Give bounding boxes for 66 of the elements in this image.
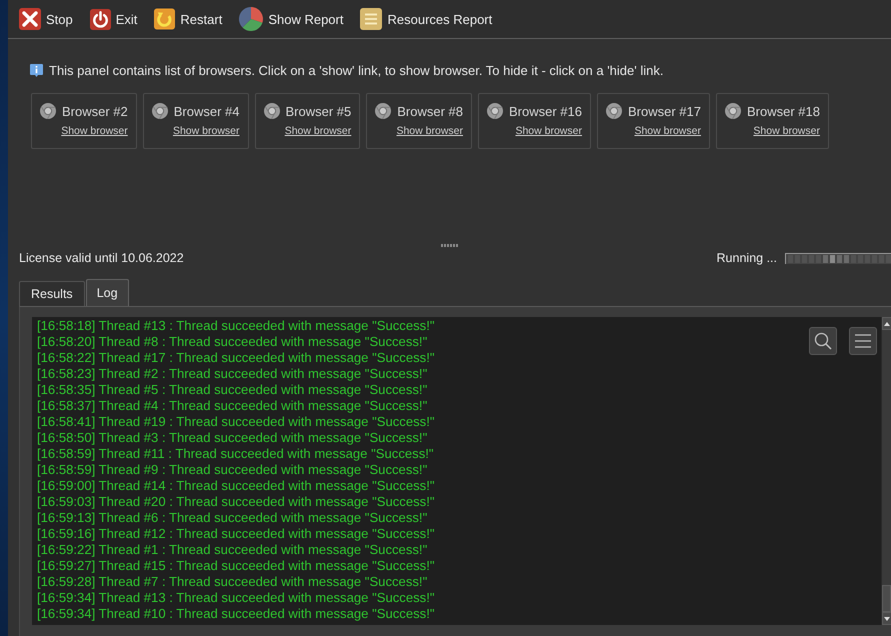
scroll-thumb[interactable] xyxy=(882,585,891,612)
menu-icon xyxy=(854,334,872,348)
browser-name: Browser #16 xyxy=(509,104,582,118)
scroll-up-button[interactable] xyxy=(882,317,891,330)
show-browser-link[interactable]: Show browser xyxy=(61,125,128,137)
menu-button[interactable] xyxy=(849,327,877,355)
log-line: [16:58:22] Thread #17 : Thread succeeded with message "Success!" xyxy=(37,350,434,366)
browser-logo-icon xyxy=(487,103,503,119)
log-line: [16:59:34] Thread #10 : Thread succeeded with message "Success!" xyxy=(37,606,434,622)
pie-chart-icon xyxy=(239,7,264,31)
search-icon xyxy=(814,332,832,350)
log-line: [16:58:41] Thread #19 : Thread succeeded with message "Success!" xyxy=(37,414,434,430)
log-line: [16:58:18] Thread #13 : Thread succeeded with message "Success!" xyxy=(37,318,434,334)
toolbar-button[interactable]: Resources Report xyxy=(357,6,496,32)
toolbar-button[interactable]: Stop xyxy=(16,6,76,32)
splitter-grip[interactable] xyxy=(441,244,458,246)
browser-name: Browser #2 xyxy=(62,104,128,118)
browser-name: Browser #17 xyxy=(628,104,701,118)
show-browser-link[interactable]: Show browser xyxy=(284,125,352,137)
log-line: [16:58:59] Thread #9 : Thread succeeded with message "Success!" xyxy=(37,462,428,478)
log-line: [16:59:22] Thread #1 : Thread succeeded with message "Success!" xyxy=(37,542,428,558)
log-line: [16:58:20] Thread #8 : Thread succeeded with message "Success!" xyxy=(37,334,428,350)
x-mark-icon xyxy=(19,8,41,30)
power-icon xyxy=(90,8,111,30)
log-line: [16:59:13] Thread #6 : Thread succeeded with message "Success!" xyxy=(37,510,428,526)
log-line: [16:58:59] Thread #11 : Thread succeeded with message "Success!" xyxy=(37,446,434,462)
show-browser-link[interactable]: Show browser xyxy=(396,125,463,137)
show-browser-link[interactable]: Show browser xyxy=(515,125,582,137)
info-text: This panel contains list of browsers. Click on a 'show' link, to show browser. To hide it - click on a 'hide' link. xyxy=(49,62,664,78)
toolbar-button[interactable]: Show Report xyxy=(236,5,346,33)
browser-logo-icon xyxy=(606,103,622,119)
caret-up-icon xyxy=(884,322,890,326)
status-text: Running ... xyxy=(716,251,777,265)
tab[interactable]: Results xyxy=(19,281,85,306)
list-icon xyxy=(360,8,382,30)
toolbar-button[interactable]: Restart xyxy=(151,6,226,32)
license-text: License valid until 10.06.2022 xyxy=(19,251,184,265)
log-line: [16:58:50] Thread #3 : Thread succeeded with message "Success!" xyxy=(37,430,428,446)
browser-name: Browser #18 xyxy=(746,104,820,118)
log-line: [16:59:00] Thread #14 : Thread succeeded with message "Success!" xyxy=(37,478,434,494)
browser-name: Browser #8 xyxy=(397,104,463,118)
scroll-down-button[interactable] xyxy=(882,612,891,625)
browser-logo-icon xyxy=(375,103,392,119)
log-line: [16:59:16] Thread #12 : Thread succeeded with message "Success!" xyxy=(37,526,434,542)
show-browser-link[interactable]: Show browser xyxy=(753,125,820,137)
toolbar-button[interactable]: Exit xyxy=(86,6,140,32)
log-line: [16:58:37] Thread #4 : Thread succeeded with message "Success!" xyxy=(37,398,428,414)
tab[interactable]: Log xyxy=(86,279,129,306)
log-line: [16:59:03] Thread #20 : Thread succeeded with message "Success!" xyxy=(37,494,434,510)
log-line: [16:59:27] Thread #15 : Thread succeeded with message "Success!" xyxy=(37,558,434,574)
log-line: [16:59:28] Thread #7 : Thread succeeded with message "Success!" xyxy=(37,574,428,590)
browser-name: Browser #5 xyxy=(286,104,352,118)
browser-logo-icon xyxy=(264,103,280,119)
search-button[interactable] xyxy=(809,327,837,355)
show-browser-link[interactable]: Show browser xyxy=(634,125,701,137)
log-line: [16:59:34] Thread #13 : Thread succeeded with message "Success!" xyxy=(37,590,434,606)
log-line: [16:58:23] Thread #2 : Thread succeeded with message "Success!" xyxy=(37,366,428,382)
show-browser-link[interactable]: Show browser xyxy=(172,125,240,137)
refresh-icon xyxy=(154,8,176,30)
caret-down-icon xyxy=(884,616,890,620)
browser-logo-icon xyxy=(724,103,741,119)
browser-logo-icon xyxy=(152,103,168,119)
info-icon xyxy=(30,64,43,76)
browser-logo-icon xyxy=(40,103,56,119)
browser-name: Browser #4 xyxy=(174,104,240,118)
log-line: [16:58:35] Thread #5 : Thread succeeded with message "Success!" xyxy=(37,382,428,398)
